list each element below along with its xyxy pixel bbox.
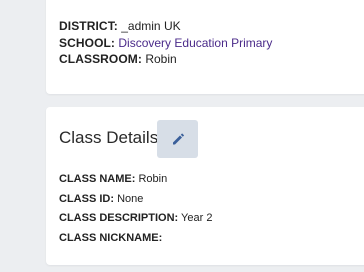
- class-name-value: Robin: [138, 173, 168, 185]
- class-name-row: CLASS NAME: Robin: [59, 172, 167, 186]
- class-id-row: CLASS ID: None: [59, 192, 143, 206]
- class-nickname-row: CLASS NICKNAME:: [59, 231, 162, 245]
- school-label: SCHOOL:: [59, 36, 116, 50]
- edit-class-button[interactable]: [157, 120, 198, 158]
- pencil-icon: [172, 133, 184, 145]
- district-label: DISTRICT:: [59, 19, 118, 33]
- district-value: _admin UK: [121, 19, 181, 33]
- class-name-label: CLASS NAME:: [59, 173, 136, 185]
- class-details-card: Class Details CLASS NAME: Robin CLASS ID…: [46, 107, 364, 265]
- school-link[interactable]: Discovery Education Primary: [118, 36, 272, 50]
- class-nickname-label: CLASS NICKNAME:: [59, 232, 163, 244]
- district-row: DISTRICT: _admin UK: [59, 18, 181, 34]
- classroom-label: CLASSROOM:: [59, 52, 142, 66]
- class-id-label: CLASS ID:: [59, 193, 114, 205]
- class-info-card: DISTRICT: _admin UK SCHOOL: Discovery Ed…: [46, 0, 364, 94]
- class-description-value: Year 2: [181, 212, 213, 224]
- class-description-label: CLASS DESCRIPTION:: [59, 212, 179, 224]
- class-details-title: Class Details: [59, 128, 159, 147]
- school-row: SCHOOL: Discovery Education Primary: [59, 35, 272, 51]
- class-description-row: CLASS DESCRIPTION: Year 2: [59, 211, 212, 225]
- classroom-value: Robin: [145, 52, 177, 66]
- classroom-row: CLASSROOM: Robin: [59, 51, 177, 67]
- class-id-value: None: [117, 193, 144, 205]
